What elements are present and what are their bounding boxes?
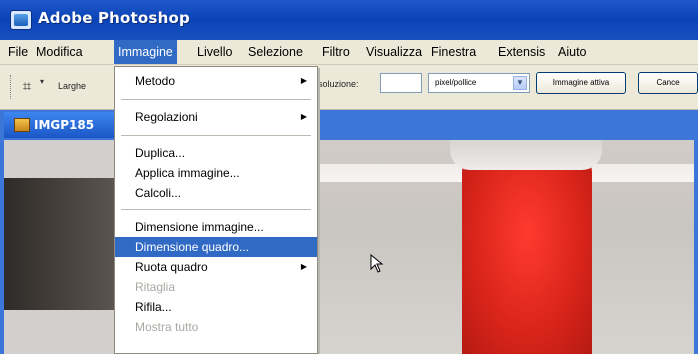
menu-item-ruota-quadro[interactable]: Ruota quadro ▶: [115, 257, 317, 277]
document-title: IMGP185: [34, 118, 95, 132]
chevron-down-icon: ▼: [513, 76, 527, 90]
front-image-button[interactable]: Immagine attiva: [536, 72, 626, 94]
menu-item-applica-immagine[interactable]: Applica immagine...: [115, 163, 317, 183]
menu-item-rifila[interactable]: Rifila...: [115, 297, 317, 317]
menu-item-label: Ruota quadro: [135, 260, 208, 274]
menu-item-dimensione-quadro[interactable]: Dimensione quadro...: [115, 237, 317, 257]
menu-item-metodo[interactable]: Metodo ▶: [115, 71, 317, 91]
red-object: [462, 154, 592, 354]
menu-modifica[interactable]: Modifica: [32, 40, 87, 64]
menu-separator: [121, 135, 311, 136]
menu-item-calcoli[interactable]: Calcoli...: [115, 183, 317, 203]
submenu-arrow-icon: ▶: [300, 76, 307, 85]
resolution-label: soluzione:: [318, 79, 359, 89]
menu-livello[interactable]: Livello: [193, 40, 236, 64]
unit-select[interactable]: pixel/pollice ▼: [428, 73, 530, 93]
menu-finestra[interactable]: Finestra: [427, 40, 480, 64]
image-canvas[interactable]: [4, 140, 694, 354]
menu-item-regolazioni[interactable]: Regolazioni ▶: [115, 107, 317, 127]
menu-visualizza[interactable]: Visualizza: [362, 40, 426, 64]
clear-button[interactable]: Cance: [638, 72, 698, 94]
red-object-top-shadow: [450, 140, 602, 170]
width-label: Larghe: [58, 81, 87, 91]
menu-aiuto[interactable]: Aiuto: [554, 40, 591, 64]
image-document-icon: [14, 118, 30, 132]
menu-item-mostra-tutto[interactable]: Mostra tutto: [115, 317, 317, 337]
menu-item-duplica[interactable]: Duplica...: [115, 143, 317, 163]
chevron-down-icon[interactable]: ▾: [40, 77, 44, 86]
menu-filtro[interactable]: Filtro: [318, 40, 354, 64]
crop-icon[interactable]: ⌗: [18, 77, 36, 95]
menu-item-label: Metodo: [135, 74, 176, 88]
mouse-pointer-icon: [370, 254, 384, 273]
unit-select-value: pixel/pollice: [435, 78, 477, 87]
window-title: Adobe Photoshop: [38, 9, 190, 27]
photoshop-app-icon: [10, 10, 32, 30]
menubar: File Modifica Immagine Livello Selezione…: [0, 40, 698, 65]
options-bar: ⌗ ▾ Larghe soluzione: pixel/pollice ▼ Im…: [0, 65, 698, 110]
toolbar-grip[interactable]: [10, 75, 14, 99]
menu-item-label: Regolazioni: [135, 110, 198, 124]
menu-separator: [121, 99, 311, 100]
menu-immagine[interactable]: Immagine: [114, 40, 177, 64]
menu-extensis[interactable]: Extensis: [494, 40, 549, 64]
menu-item-ritaglia[interactable]: Ritaglia: [115, 277, 317, 297]
window-titlebar: Adobe Photoshop: [0, 0, 698, 40]
document-titlebar[interactable]: IMGP185: [4, 112, 114, 138]
immagine-dropdown-menu: Metodo ▶ Regolazioni ▶ Duplica... Applic…: [114, 66, 318, 354]
submenu-arrow-icon: ▶: [300, 112, 307, 121]
menu-selezione[interactable]: Selezione: [244, 40, 307, 64]
menu-file[interactable]: File: [4, 40, 32, 64]
dark-stripe: [4, 140, 118, 354]
menu-separator: [121, 209, 311, 210]
menu-item-dimensione-immagine[interactable]: Dimensione immagine...: [115, 217, 317, 237]
submenu-arrow-icon: ▶: [300, 262, 307, 271]
resolution-input[interactable]: [380, 73, 422, 93]
